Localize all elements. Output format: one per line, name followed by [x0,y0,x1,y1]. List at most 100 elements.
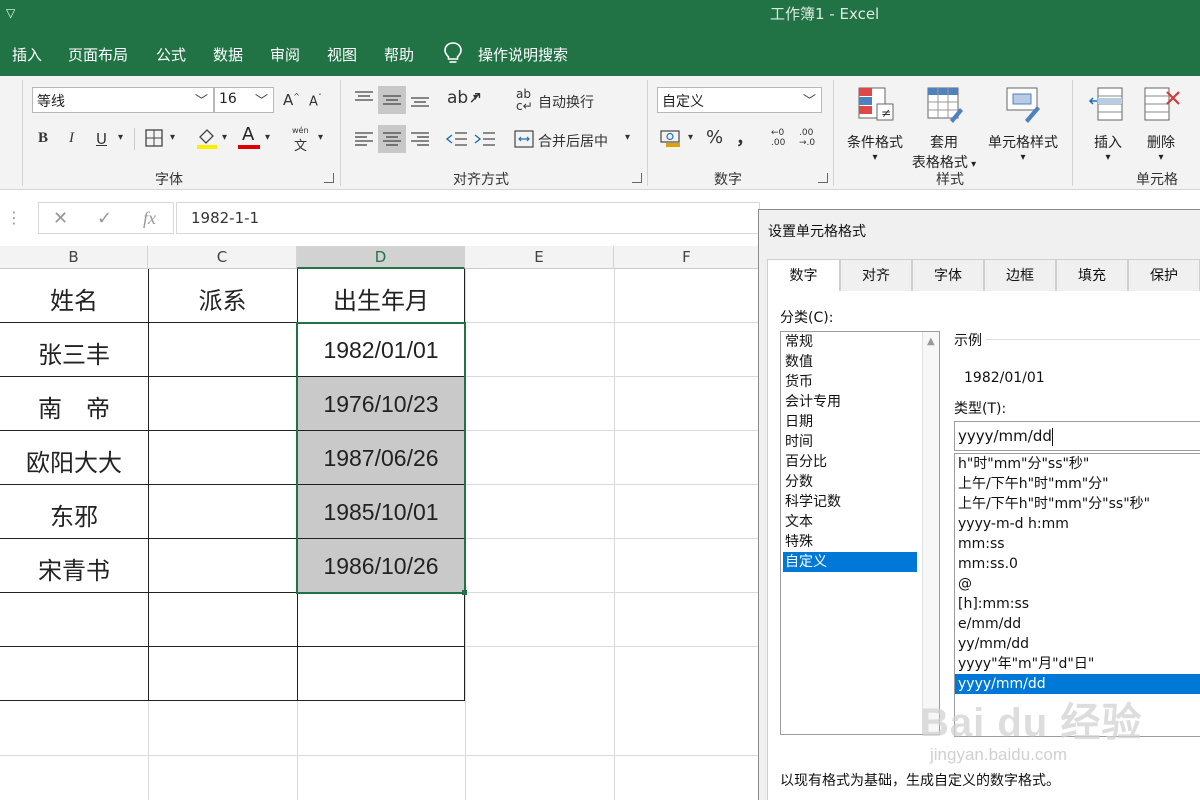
category-list[interactable]: 常规 数值 货币 会计专用 日期 时间 百分比 分数 科学记数 文本 特殊 自定… [780,331,940,735]
category-item-selected[interactable]: 自定义 [783,552,917,572]
conditional-formatting-button[interactable]: ≠ 条件格式 ▾ [840,84,910,163]
align-bottom-icon[interactable] [410,90,430,108]
number-launcher-icon[interactable] [818,173,828,183]
category-item[interactable]: 科学记数 [783,492,917,512]
cell-name[interactable]: 宋青书 [0,551,148,586]
align-center-button[interactable] [378,125,406,153]
align-middle-button[interactable] [378,86,406,114]
cell-name[interactable]: 南 帝 [0,389,148,424]
type-option[interactable]: yyyy"年"m"月"d"日" [955,654,1200,674]
fill-color-dropdown[interactable]: ▾ [222,132,227,143]
cell-name[interactable]: 欧阳大大 [0,443,148,478]
more-options-icon[interactable]: ⋮ [0,204,28,232]
type-option[interactable]: e/mm/dd [955,614,1200,634]
accounting-format-icon[interactable] [660,128,682,148]
orientation-dropdown[interactable]: ▾ [473,92,478,103]
type-option[interactable]: 上午/下午h"时"mm"分"ss"秒" [955,494,1200,514]
increase-decimal-icon[interactable]: ←0.00 [771,128,785,148]
underline-button[interactable]: U [96,130,107,148]
column-header-f[interactable]: F [614,246,760,269]
cell-name[interactable]: 张三丰 [0,335,148,370]
underline-dropdown[interactable]: ▾ [118,132,123,143]
borders-dropdown[interactable]: ▾ [170,132,175,143]
category-item[interactable]: 分数 [783,472,917,492]
type-option[interactable]: 上午/下午h"时"mm"分" [955,474,1200,494]
delete-cells-button[interactable]: 删除 ▾ [1136,84,1186,163]
cell-name[interactable]: 东邪 [0,497,148,532]
decrease-decimal-icon[interactable]: .00 →.0 [799,128,815,148]
tab-data[interactable]: 数据 [213,44,243,65]
tab-insert[interactable]: 插入 [12,44,42,65]
font-launcher-icon[interactable] [324,173,334,183]
alignment-launcher-icon[interactable] [632,173,642,183]
increase-indent-icon[interactable] [474,130,496,148]
header-faction[interactable]: 派系 [148,281,297,316]
type-option[interactable]: [h]:mm:ss [955,594,1200,614]
fill-handle[interactable] [462,590,467,595]
accounting-dropdown[interactable]: ▾ [688,132,693,143]
type-option[interactable]: @ [955,574,1200,594]
tab-fill[interactable]: 填充 [1056,259,1128,291]
tab-view[interactable]: 视图 [327,44,357,65]
header-birth[interactable]: 出生年月 [297,281,465,316]
merge-center-button[interactable]: 合并后居中 [538,131,608,151]
type-option[interactable]: mm:ss.0 [955,554,1200,574]
tab-formulas[interactable]: 公式 [156,44,186,65]
decrease-indent-icon[interactable] [446,130,468,148]
align-top-icon[interactable] [354,90,374,108]
category-item[interactable]: 特殊 [783,532,917,552]
phonetic-dropdown[interactable]: ▾ [318,132,323,143]
tab-help[interactable]: 帮助 [384,44,414,65]
type-option[interactable]: h"时"mm"分"ss"秒" [955,454,1200,474]
category-scrollbar[interactable]: ▲ [922,332,939,734]
shrink-font-button[interactable]: Aˇ [309,93,322,109]
phonetic-button[interactable]: wén 文 [290,126,312,154]
type-option[interactable]: mm:ss [955,534,1200,554]
tab-border[interactable]: 边框 [984,259,1056,291]
tab-review[interactable]: 审阅 [270,44,300,65]
align-left-icon[interactable] [354,130,374,148]
fill-color-icon[interactable] [196,126,218,150]
category-item[interactable]: 日期 [783,412,917,432]
font-color-dropdown[interactable]: ▾ [265,132,270,143]
category-item[interactable]: 常规 [783,332,917,352]
grow-font-button[interactable]: A^ [283,91,300,109]
enter-icon[interactable]: ✓ [97,208,112,229]
insert-cells-button[interactable]: 插入 ▾ [1082,84,1134,163]
column-header-d[interactable]: D [297,246,465,269]
category-item[interactable]: 文本 [783,512,917,532]
type-option[interactable]: yyyy-m-d h:mm [955,514,1200,534]
merge-center-dropdown[interactable]: ▾ [625,132,630,143]
tab-alignment[interactable]: 对齐 [840,259,912,291]
column-header-c[interactable]: C [148,246,297,269]
number-format-select[interactable]: 自定义 ﹀ [657,87,822,113]
type-input[interactable]: yyyy/mm/dd [954,421,1200,451]
worksheet-grid[interactable]: 姓名 派系 出生年月 张三丰 1982/01/01 南 帝 1976/10/23… [0,269,760,800]
font-name-select[interactable]: 等线 ﹀ [32,87,214,113]
borders-icon[interactable] [145,129,163,147]
italic-button[interactable]: I [69,130,74,147]
tab-page-layout[interactable]: 页面布局 [68,44,128,65]
formula-input[interactable]: 1982-1-1 [176,202,760,234]
tab-protection[interactable]: 保护 [1128,259,1200,291]
quick-access-dropdown[interactable]: ▽ [6,6,15,20]
comma-style-button[interactable]: ， [736,124,754,150]
bold-button[interactable]: B [38,130,48,147]
tab-font[interactable]: 字体 [912,259,984,291]
category-item[interactable]: 百分比 [783,452,917,472]
type-option[interactable]: yy/mm/dd [955,634,1200,654]
category-item[interactable]: 会计专用 [783,392,917,412]
font-color-button[interactable]: A [238,124,260,150]
category-item[interactable]: 时间 [783,432,917,452]
tab-number[interactable]: 数字 [767,259,840,292]
insert-function-icon[interactable]: fx [143,208,156,229]
category-item[interactable]: 货币 [783,372,917,392]
align-right-icon[interactable] [410,130,430,148]
percent-style-button[interactable]: % [706,127,723,148]
category-item[interactable]: 数值 [783,352,917,372]
cell-styles-button[interactable]: 单元格样式 ▾ [980,84,1066,163]
format-as-table-button[interactable]: 套用 表格格式 ▾ [908,84,980,172]
scroll-up-icon[interactable]: ▲ [927,336,935,347]
column-header-e[interactable]: E [465,246,614,269]
column-header-b[interactable]: B [0,246,148,269]
